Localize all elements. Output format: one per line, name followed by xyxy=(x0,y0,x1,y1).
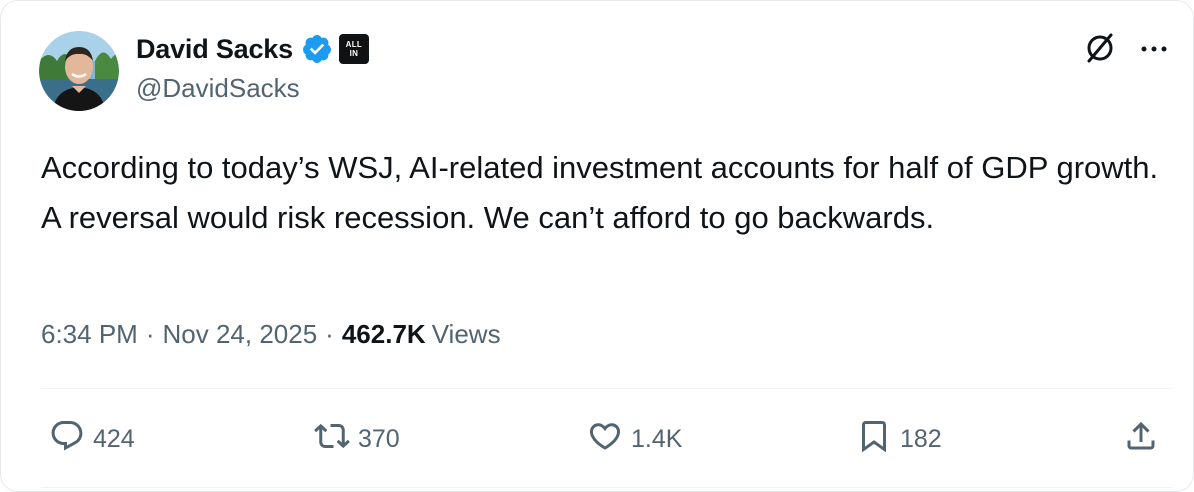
heart-icon xyxy=(587,418,623,461)
bottom-divider xyxy=(41,487,1173,488)
reply-button[interactable]: 424 xyxy=(49,413,135,465)
tweet-meta: 6:34 PM · Nov 24, 2025 · 462.7K Views xyxy=(41,319,501,350)
bookmark-button[interactable]: 182 xyxy=(856,413,942,465)
verified-badge-icon[interactable] xyxy=(301,33,333,65)
meta-separator: · xyxy=(325,319,334,349)
bookmark-icon xyxy=(856,418,892,461)
tweet-time[interactable]: 6:34 PM xyxy=(41,319,138,350)
views-count[interactable]: 462.7K xyxy=(342,319,426,350)
like-button[interactable]: 1.4K xyxy=(587,413,682,465)
author-row: David Sacks ALL IN xyxy=(136,32,369,66)
share-button[interactable] xyxy=(1123,413,1159,465)
tweet-text: According to today’s WSJ, AI-related inv… xyxy=(41,150,1166,235)
divider xyxy=(41,388,1173,389)
reply-icon xyxy=(49,418,85,461)
repost-icon xyxy=(314,418,350,461)
x-logo-icon[interactable] xyxy=(1083,31,1117,65)
reply-count: 424 xyxy=(93,424,135,453)
tweet-card: David Sacks ALL IN @DavidSacks According… xyxy=(0,0,1194,492)
views-label[interactable]: Views xyxy=(432,319,501,350)
repost-count: 370 xyxy=(358,424,400,453)
bookmark-count: 182 xyxy=(900,424,942,453)
tweet-date[interactable]: Nov 24, 2025 xyxy=(163,319,318,350)
author-handle[interactable]: @DavidSacks xyxy=(136,73,300,104)
more-icon[interactable] xyxy=(1137,34,1171,64)
share-icon xyxy=(1123,418,1159,461)
avatar[interactable] xyxy=(39,31,119,111)
avatar-image xyxy=(39,31,119,111)
action-bar: 424 370 1.4K 182 xyxy=(1,413,1194,465)
meta-separator: · xyxy=(145,319,155,349)
affiliation-badge[interactable]: ALL IN xyxy=(338,34,369,64)
author-name[interactable]: David Sacks xyxy=(136,34,293,65)
affiliation-badge-label: ALL IN xyxy=(345,40,363,58)
repost-button[interactable]: 370 xyxy=(314,413,400,465)
like-count: 1.4K xyxy=(631,424,683,453)
